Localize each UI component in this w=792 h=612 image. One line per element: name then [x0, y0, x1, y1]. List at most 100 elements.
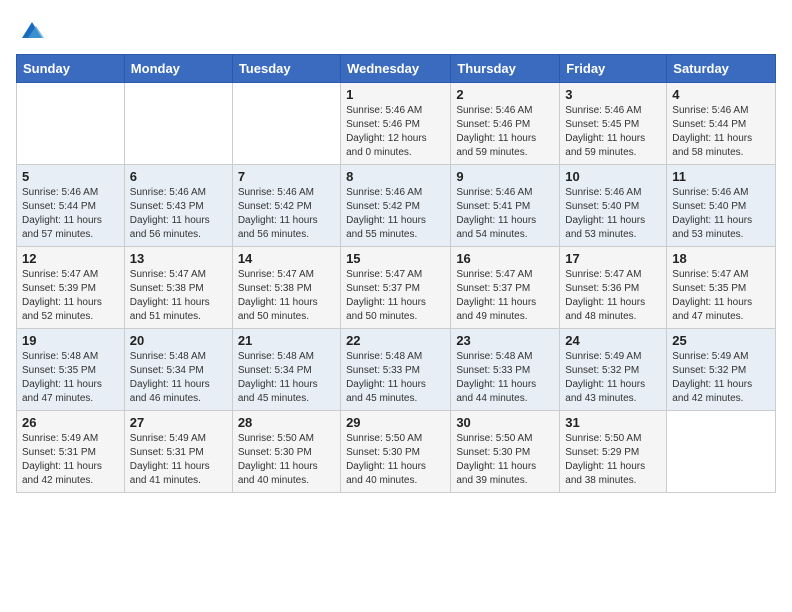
- calendar-week-4: 19 Sunrise: 5:48 AM Sunset: 5:35 PM Dayli…: [17, 329, 776, 411]
- day-number: 10: [565, 169, 661, 184]
- calendar-cell: 5Sunrise: 5:46 AM Sunset: 5:44 PM Daylig…: [17, 165, 125, 247]
- calendar-cell: 20 Sunrise: 5:48 AM Sunset: 5:34 PM Dayli…: [124, 329, 232, 411]
- day-info: Sunrise: 5:47 AM Sunset: 5:35 PM Dayligh…: [672, 268, 770, 324]
- day-info: Sunrise: 5:46 AM Sunset: 5:41 PM Dayligh…: [456, 186, 554, 242]
- day-header-wednesday: Wednesday: [341, 55, 451, 83]
- day-info: Sunrise: 5:47 AM Sunset: 5:36 PM Dayligh…: [565, 268, 661, 324]
- calendar-cell: 1Sunrise: 5:46 AM Sunset: 5:46 PM Daylig…: [341, 83, 451, 165]
- calendar-cell: 4 Sunrise: 5:46 AM Sunset: 5:44 PM Daylig…: [667, 83, 776, 165]
- day-info: Sunrise: 5:46 AM Sunset: 5:43 PM Dayligh…: [130, 186, 227, 242]
- calendar-cell: 19 Sunrise: 5:48 AM Sunset: 5:35 PM Dayli…: [17, 329, 125, 411]
- calendar-cell: 22 Sunrise: 5:48 AM Sunset: 5:33 PM Dayli…: [341, 329, 451, 411]
- day-number: 25: [672, 333, 770, 348]
- day-number: 4: [672, 87, 770, 102]
- calendar-cell: [17, 83, 125, 165]
- day-info: Sunrise: 5:48 AM Sunset: 5:35 PM Dayligh…: [22, 350, 119, 406]
- day-number: 18: [672, 251, 770, 266]
- day-number: 29: [346, 415, 445, 430]
- day-header-thursday: Thursday: [451, 55, 560, 83]
- calendar-cell: 13 Sunrise: 5:47 AM Sunset: 5:38 PM Dayli…: [124, 247, 232, 329]
- day-info: Sunrise: 5:46 AM Sunset: 5:44 PM Dayligh…: [672, 104, 770, 160]
- day-header-sunday: Sunday: [17, 55, 125, 83]
- calendar-cell: 30 Sunrise: 5:50 AM Sunset: 5:30 PM Dayli…: [451, 411, 560, 493]
- day-number: 27: [130, 415, 227, 430]
- day-number: 28: [238, 415, 335, 430]
- calendar-cell: 12 Sunrise: 5:47 AM Sunset: 5:39 PM Dayli…: [17, 247, 125, 329]
- calendar-cell: 16 Sunrise: 5:47 AM Sunset: 5:37 PM Dayli…: [451, 247, 560, 329]
- day-header-saturday: Saturday: [667, 55, 776, 83]
- day-info: Sunrise: 5:48 AM Sunset: 5:34 PM Dayligh…: [130, 350, 227, 406]
- day-header-friday: Friday: [560, 55, 667, 83]
- day-number: 19: [22, 333, 119, 348]
- day-number: 21: [238, 333, 335, 348]
- calendar-cell: 29Sunrise: 5:50 AM Sunset: 5:30 PM Dayli…: [341, 411, 451, 493]
- day-info: Sunrise: 5:46 AM Sunset: 5:46 PM Dayligh…: [346, 104, 445, 160]
- day-number: 2: [456, 87, 554, 102]
- day-info: Sunrise: 5:46 AM Sunset: 5:44 PM Dayligh…: [22, 186, 119, 242]
- day-info: Sunrise: 5:47 AM Sunset: 5:39 PM Dayligh…: [22, 268, 119, 324]
- day-number: 26: [22, 415, 119, 430]
- day-number: 24: [565, 333, 661, 348]
- calendar-cell: 8 Sunrise: 5:46 AM Sunset: 5:42 PM Daylig…: [341, 165, 451, 247]
- day-info: Sunrise: 5:49 AM Sunset: 5:32 PM Dayligh…: [672, 350, 770, 406]
- calendar-table: SundayMondayTuesdayWednesdayThursdayFrid…: [16, 54, 776, 493]
- calendar-cell: 9 Sunrise: 5:46 AM Sunset: 5:41 PM Daylig…: [451, 165, 560, 247]
- day-info: Sunrise: 5:46 AM Sunset: 5:42 PM Dayligh…: [346, 186, 445, 242]
- calendar-cell: 2 Sunrise: 5:46 AM Sunset: 5:46 PM Daylig…: [451, 83, 560, 165]
- day-info: Sunrise: 5:50 AM Sunset: 5:29 PM Dayligh…: [565, 432, 661, 488]
- logo: [16, 16, 46, 44]
- day-info: Sunrise: 5:47 AM Sunset: 5:38 PM Dayligh…: [238, 268, 335, 324]
- calendar-cell: [667, 411, 776, 493]
- calendar-body: 1Sunrise: 5:46 AM Sunset: 5:46 PM Daylig…: [17, 83, 776, 493]
- calendar-cell: 28 Sunrise: 5:50 AM Sunset: 5:30 PM Dayli…: [232, 411, 340, 493]
- day-info: Sunrise: 5:46 AM Sunset: 5:46 PM Dayligh…: [456, 104, 554, 160]
- day-info: Sunrise: 5:48 AM Sunset: 5:33 PM Dayligh…: [456, 350, 554, 406]
- day-number: 30: [456, 415, 554, 430]
- day-info: Sunrise: 5:46 AM Sunset: 5:40 PM Dayligh…: [672, 186, 770, 242]
- day-info: Sunrise: 5:47 AM Sunset: 5:38 PM Dayligh…: [130, 268, 227, 324]
- calendar-cell: 18 Sunrise: 5:47 AM Sunset: 5:35 PM Dayli…: [667, 247, 776, 329]
- calendar-cell: [124, 83, 232, 165]
- day-info: Sunrise: 5:47 AM Sunset: 5:37 PM Dayligh…: [346, 268, 445, 324]
- day-number: 14: [238, 251, 335, 266]
- day-number: 11: [672, 169, 770, 184]
- calendar-cell: 14 Sunrise: 5:47 AM Sunset: 5:38 PM Dayli…: [232, 247, 340, 329]
- calendar-cell: 23 Sunrise: 5:48 AM Sunset: 5:33 PM Dayli…: [451, 329, 560, 411]
- day-info: Sunrise: 5:50 AM Sunset: 5:30 PM Dayligh…: [456, 432, 554, 488]
- calendar-week-2: 5Sunrise: 5:46 AM Sunset: 5:44 PM Daylig…: [17, 165, 776, 247]
- day-number: 12: [22, 251, 119, 266]
- day-number: 6: [130, 169, 227, 184]
- day-info: Sunrise: 5:49 AM Sunset: 5:31 PM Dayligh…: [130, 432, 227, 488]
- day-number: 20: [130, 333, 227, 348]
- calendar-cell: [232, 83, 340, 165]
- day-number: 9: [456, 169, 554, 184]
- calendar-cell: 21 Sunrise: 5:48 AM Sunset: 5:34 PM Dayli…: [232, 329, 340, 411]
- day-number: 22: [346, 333, 445, 348]
- day-number: 3: [565, 87, 661, 102]
- day-number: 7: [238, 169, 335, 184]
- day-info: Sunrise: 5:48 AM Sunset: 5:34 PM Dayligh…: [238, 350, 335, 406]
- day-info: Sunrise: 5:47 AM Sunset: 5:37 PM Dayligh…: [456, 268, 554, 324]
- day-number: 31: [565, 415, 661, 430]
- day-info: Sunrise: 5:49 AM Sunset: 5:32 PM Dayligh…: [565, 350, 661, 406]
- calendar-week-3: 12 Sunrise: 5:47 AM Sunset: 5:39 PM Dayli…: [17, 247, 776, 329]
- calendar-cell: 3 Sunrise: 5:46 AM Sunset: 5:45 PM Daylig…: [560, 83, 667, 165]
- day-number: 13: [130, 251, 227, 266]
- calendar-cell: 10 Sunrise: 5:46 AM Sunset: 5:40 PM Dayli…: [560, 165, 667, 247]
- day-number: 8: [346, 169, 445, 184]
- day-number: 16: [456, 251, 554, 266]
- day-info: Sunrise: 5:49 AM Sunset: 5:31 PM Dayligh…: [22, 432, 119, 488]
- day-info: Sunrise: 5:46 AM Sunset: 5:40 PM Dayligh…: [565, 186, 661, 242]
- calendar-cell: 15Sunrise: 5:47 AM Sunset: 5:37 PM Dayli…: [341, 247, 451, 329]
- days-of-week-row: SundayMondayTuesdayWednesdayThursdayFrid…: [17, 55, 776, 83]
- calendar-cell: 27 Sunrise: 5:49 AM Sunset: 5:31 PM Dayli…: [124, 411, 232, 493]
- day-info: Sunrise: 5:48 AM Sunset: 5:33 PM Dayligh…: [346, 350, 445, 406]
- day-info: Sunrise: 5:46 AM Sunset: 5:45 PM Dayligh…: [565, 104, 661, 160]
- calendar-cell: 31 Sunrise: 5:50 AM Sunset: 5:29 PM Dayli…: [560, 411, 667, 493]
- calendar-week-5: 26 Sunrise: 5:49 AM Sunset: 5:31 PM Dayli…: [17, 411, 776, 493]
- day-info: Sunrise: 5:50 AM Sunset: 5:30 PM Dayligh…: [238, 432, 335, 488]
- day-number: 17: [565, 251, 661, 266]
- day-number: 23: [456, 333, 554, 348]
- calendar-cell: 11 Sunrise: 5:46 AM Sunset: 5:40 PM Dayli…: [667, 165, 776, 247]
- day-info: Sunrise: 5:46 AM Sunset: 5:42 PM Dayligh…: [238, 186, 335, 242]
